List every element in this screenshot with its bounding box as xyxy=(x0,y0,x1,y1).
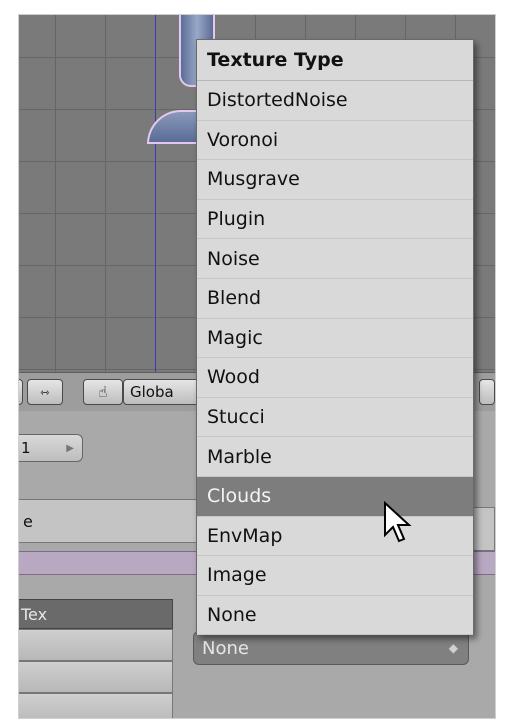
menu-item-none[interactable]: None xyxy=(197,596,473,636)
panel-tab[interactable]: e xyxy=(19,499,209,543)
header-partial-button[interactable] xyxy=(19,379,23,405)
menu-item-musgrave[interactable]: Musgrave xyxy=(197,160,473,200)
texture-type-menu: Texture Type DistortedNoise Voronoi Musg… xyxy=(196,39,474,636)
screenshot-frame: ⇿ ☝ Globa 1 ▶ e Tex None ◆ Texture Type … xyxy=(18,14,496,719)
menu-item-blend[interactable]: Blend xyxy=(197,279,473,319)
menu-item-marble[interactable]: Marble xyxy=(197,437,473,477)
texture-tab-label: Tex xyxy=(21,604,48,624)
hand-manipulator-icon[interactable]: ☝ xyxy=(83,379,123,405)
texture-tab[interactable]: Tex xyxy=(19,599,173,629)
texture-slot-1[interactable] xyxy=(19,629,173,661)
channel-number-value: 1 xyxy=(21,439,31,457)
menu-item-stucci[interactable]: Stucci xyxy=(197,398,473,438)
menu-item-magic[interactable]: Magic xyxy=(197,319,473,359)
menu-item-wood[interactable]: Wood xyxy=(197,358,473,398)
viewport-axis-line xyxy=(155,15,156,372)
orientation-label: Globa xyxy=(130,383,174,401)
texture-slot-3[interactable] xyxy=(19,693,173,718)
grab-transform-icon[interactable]: ⇿ xyxy=(27,379,63,405)
menu-item-plugin[interactable]: Plugin xyxy=(197,200,473,240)
panel-tab-label: e xyxy=(23,511,33,531)
menu-item-noise[interactable]: Noise xyxy=(197,239,473,279)
menu-item-envmap[interactable]: EnvMap xyxy=(197,517,473,557)
select-arrows-icon: ◆ xyxy=(448,641,458,655)
increment-arrow-icon[interactable]: ▶ xyxy=(66,443,74,454)
texture-type-value: None xyxy=(202,637,249,659)
orientation-select[interactable]: Globa xyxy=(123,379,203,405)
menu-item-distortednoise[interactable]: DistortedNoise xyxy=(197,81,473,121)
header-right-button[interactable] xyxy=(479,379,495,405)
texture-slot-2[interactable] xyxy=(19,661,173,693)
texture-type-select[interactable]: None ◆ xyxy=(193,631,469,665)
menu-item-image[interactable]: Image xyxy=(197,556,473,596)
channel-number-field[interactable]: 1 ▶ xyxy=(19,434,83,462)
menu-item-voronoi[interactable]: Voronoi xyxy=(197,121,473,161)
menu-title: Texture Type xyxy=(197,40,473,81)
mouse-pointer-icon xyxy=(384,501,412,543)
menu-item-clouds[interactable]: Clouds xyxy=(197,476,473,517)
